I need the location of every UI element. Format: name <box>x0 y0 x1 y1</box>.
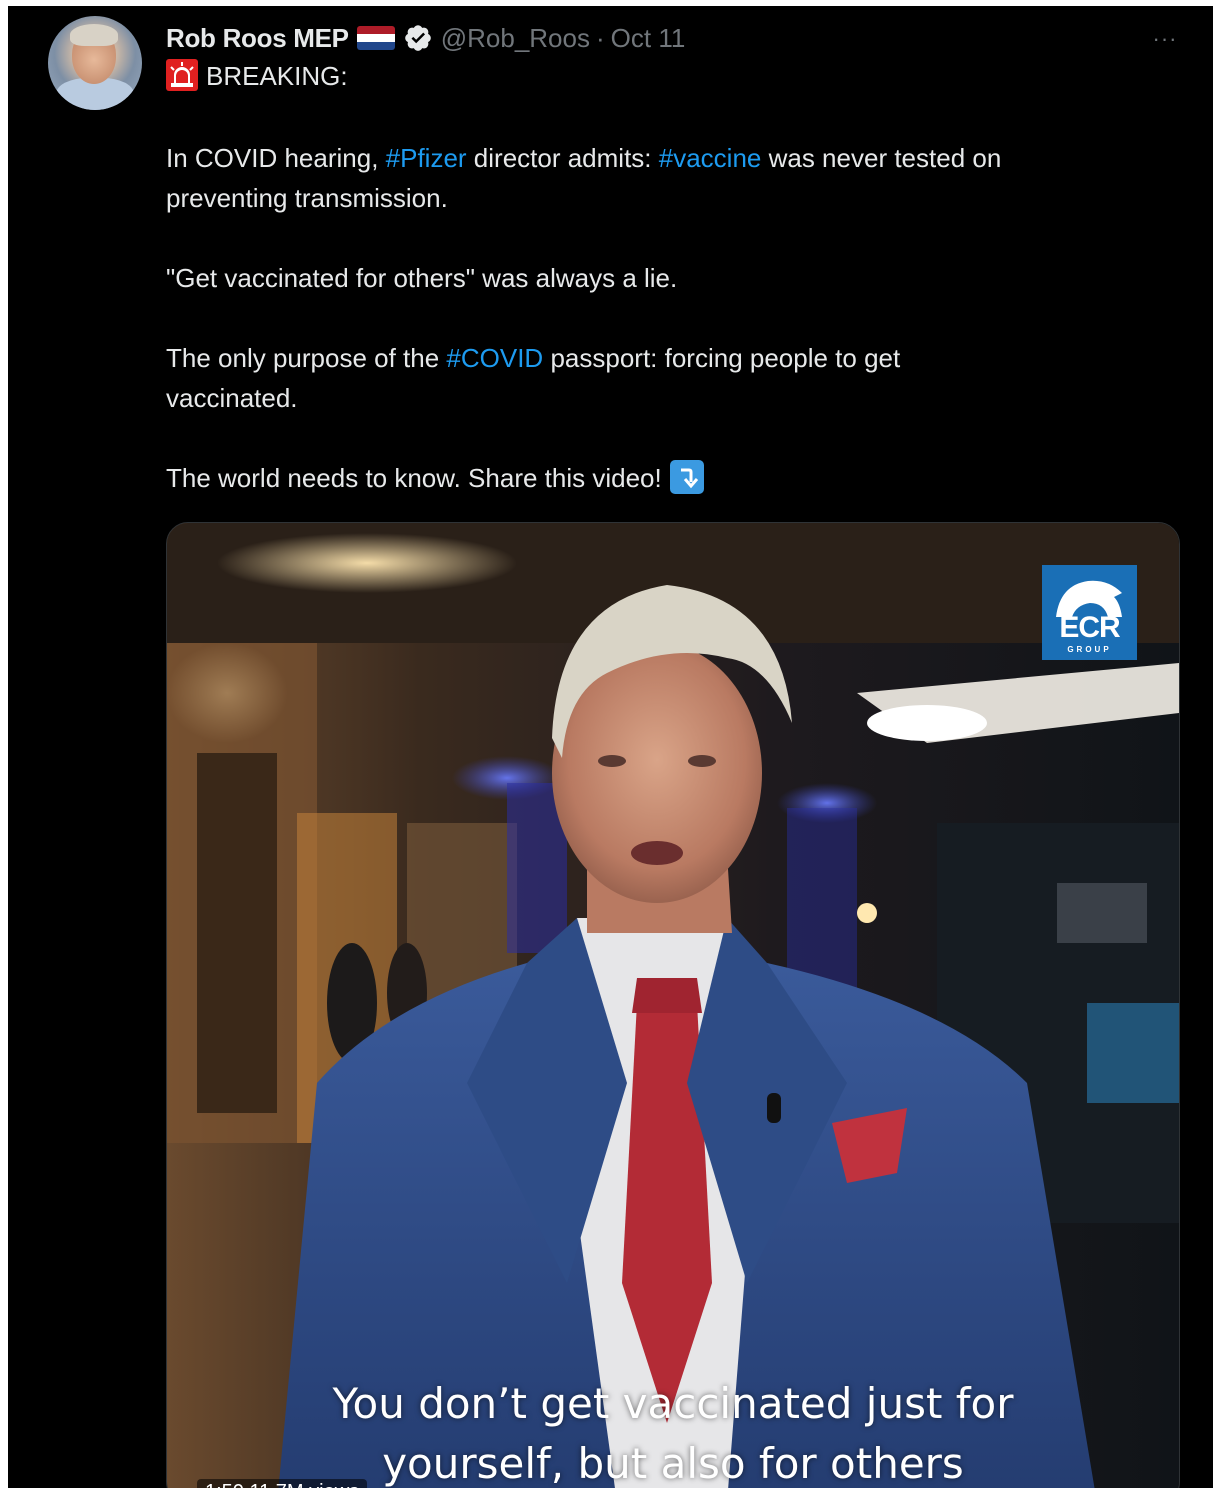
avatar[interactable] <box>48 16 142 110</box>
ecr-logo-subtext: GROUP <box>1067 645 1112 654</box>
video-duration-views: 1:50 11.7M views <box>197 1479 368 1488</box>
tweet-paragraph-3: The only purpose of the #COVID passport:… <box>166 338 900 378</box>
tweet-breaking-line: BREAKING: <box>166 56 348 96</box>
tweet-card[interactable]: Rob Roos MEP @Rob_Roos · Oct 11 ··· BREA… <box>8 6 1213 1488</box>
tweet-header: Rob Roos MEP @Rob_Roos · Oct 11 <box>166 20 685 56</box>
avatar-hair <box>70 24 118 46</box>
p4-text: The world needs to know. Share this vide… <box>166 463 662 493</box>
video-caption-line-1: You don’t get vaccinated just for <box>332 1379 1014 1428</box>
author-name[interactable]: Rob Roos MEP <box>166 23 349 54</box>
tweet-paragraph-2: "Get vaccinated for others" was always a… <box>166 263 678 293</box>
verified-badge-icon <box>404 25 431 51</box>
p3-text-a: The only purpose of the <box>166 343 447 373</box>
more-icon[interactable]: ··· <box>1147 24 1183 54</box>
ecr-logo-text: ECR <box>1059 611 1120 644</box>
siren-emoji-icon <box>166 59 198 91</box>
tweet-date[interactable]: Oct 11 <box>611 23 686 54</box>
video-frame <box>167 523 1179 1488</box>
tweet-paragraph-3-line-2: vaccinated. <box>166 383 298 413</box>
separator-dot: · <box>595 22 605 53</box>
hashtag-pfizer[interactable]: #Pfizer <box>386 143 467 173</box>
video-player[interactable]: ECR GROUP You don’t get vaccinated just … <box>166 522 1180 1488</box>
hashtag-covid[interactable]: #COVID <box>446 343 543 373</box>
ecr-group-logo: ECR GROUP <box>1042 565 1137 660</box>
author-handle[interactable]: @Rob_Roos <box>441 23 590 54</box>
tweet-paragraph-1: In COVID hearing, #Pfizer director admit… <box>166 138 1001 178</box>
tweet-paragraph-1-line-2: preventing transmission. <box>166 183 448 213</box>
hashtag-vaccine[interactable]: #vaccine <box>659 143 762 173</box>
p1-text-c: was never tested on <box>761 143 1002 173</box>
p3-text-b: passport: forcing people to get <box>543 343 901 373</box>
p1-text-a: In COVID hearing, <box>166 143 386 173</box>
p1-text-b: director admits: <box>466 143 659 173</box>
arrow-down-emoji-icon <box>669 460 704 494</box>
netherlands-flag-icon <box>356 26 395 50</box>
breaking-label: BREAKING: <box>206 61 348 91</box>
tweet-paragraph-4: The world needs to know. Share this vide… <box>166 458 704 498</box>
